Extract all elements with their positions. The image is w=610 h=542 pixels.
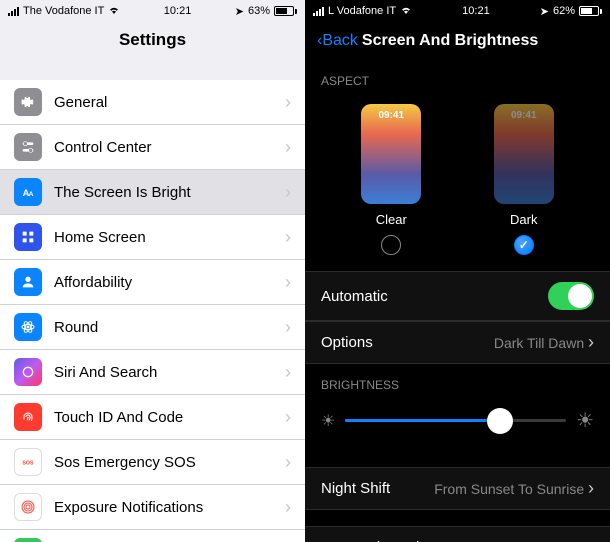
battery-icon (579, 6, 602, 16)
location-icon: ➤ (235, 5, 244, 18)
chevron-right-icon: › (285, 272, 291, 293)
section-aspect: ASPECT (305, 60, 610, 94)
wifi-icon (400, 5, 412, 18)
radio-dark[interactable] (514, 235, 534, 255)
sun-large-icon: ☀ (576, 408, 594, 433)
list-item-control-center[interactable]: Control Center › (0, 125, 305, 170)
row-value: Dark Till Dawn (494, 335, 584, 351)
siri-icon (14, 358, 42, 386)
status-bar: L Vodafone IT 10:21 ➤ 62% (305, 0, 610, 22)
list-item-screen-bright[interactable]: AA The Screen Is Bright › (0, 170, 305, 215)
aspect-selector: 09:41 Clear 09:41 Dark (305, 94, 610, 271)
fingerprint-icon (14, 403, 42, 431)
aspect-dark[interactable]: 09:41 Dark (494, 104, 554, 255)
row-label: Control Center (54, 139, 285, 156)
battery-icon (274, 6, 297, 16)
wifi-icon (108, 5, 120, 18)
aspect-label: Clear (376, 212, 407, 227)
slider-thumb[interactable] (487, 408, 513, 434)
page-title: Settings (0, 30, 305, 50)
chevron-right-icon: › (588, 478, 594, 498)
chevron-right-icon: › (285, 497, 291, 518)
row-label: Round (54, 319, 285, 336)
aspect-clear[interactable]: 09:41 Clear (361, 104, 421, 255)
gear-icon (14, 88, 42, 116)
list-item-battery[interactable]: Battery › (0, 530, 305, 542)
grid-icon (14, 223, 42, 251)
chevron-right-icon: › (285, 182, 291, 203)
brightness-slider[interactable] (345, 419, 566, 422)
row-label: Exposure Notifications (54, 499, 285, 516)
row-label: Options (321, 334, 373, 351)
chevron-right-icon: › (285, 227, 291, 248)
header: Settings (0, 22, 305, 62)
chevron-right-icon: › (285, 407, 291, 428)
atom-icon (14, 313, 42, 341)
row-label: Night Shift (321, 480, 390, 497)
back-button[interactable]: ‹ Back (317, 32, 358, 50)
chevron-right-icon: › (285, 317, 291, 338)
row-label: Affordability (54, 274, 285, 291)
row-auto-lock[interactable]: Automatic Lock Never › (305, 526, 610, 542)
chevron-right-icon: › (588, 332, 594, 352)
list-item-touch-id[interactable]: Touch ID And Code › (0, 395, 305, 440)
battery-icon (14, 538, 42, 542)
row-label: Sos Emergency SOS (54, 454, 285, 471)
signal-icon (313, 7, 324, 16)
row-night-shift[interactable]: Night Shift From Sunset To Sunrise › (305, 467, 610, 510)
chevron-right-icon: › (285, 137, 291, 158)
chevron-right-icon: › (588, 537, 594, 542)
clock-label: 10:21 (164, 5, 192, 17)
battery-percent: 62% (553, 5, 575, 17)
row-label: Automatic (321, 288, 388, 305)
list-item-home-screen[interactable]: Home Screen › (0, 215, 305, 260)
phone-preview-clear: 09:41 (361, 104, 421, 204)
brightness-slider-row: ☀ ☀ (305, 398, 610, 451)
radio-clear[interactable] (381, 235, 401, 255)
list-item-siri[interactable]: Siri And Search › (0, 350, 305, 395)
row-label: Siri And Search (54, 364, 285, 381)
sun-small-icon: ☀ (321, 411, 335, 431)
sos-icon: SOS (14, 448, 42, 476)
list-item-exposure[interactable]: Exposure Notifications › (0, 485, 305, 530)
chevron-right-icon: › (285, 362, 291, 383)
list-item-sos[interactable]: SOS Sos Emergency SOS › (0, 440, 305, 485)
row-automatic: Automatic (305, 271, 610, 321)
row-label: Home Screen (54, 229, 285, 246)
phone-preview-dark: 09:41 (494, 104, 554, 204)
list-item-general[interactable]: General › (0, 80, 305, 125)
aspect-label: Dark (510, 212, 537, 227)
status-bar: The Vodafone IT 10:21 ➤ 63% (0, 0, 305, 22)
section-brightness: Brightness (305, 364, 610, 398)
signal-icon (8, 7, 19, 16)
chevron-right-icon: › (285, 452, 291, 473)
row-value: From Sunset To Sunrise (434, 481, 584, 497)
settings-list: General › Control Center › AA The Screen… (0, 80, 305, 542)
clock-label: 10:21 (462, 5, 490, 17)
text-size-icon: AA (14, 178, 42, 206)
row-label: The Screen Is Bright (54, 184, 285, 201)
settings-screen: The Vodafone IT 10:21 ➤ 63% Settings Gen… (0, 0, 305, 542)
svg-text:A: A (29, 191, 34, 198)
switches-icon (14, 133, 42, 161)
row-options[interactable]: Options Dark Till Dawn › (305, 321, 610, 364)
list-item-round[interactable]: Round › (0, 305, 305, 350)
carrier-label: The Vodafone IT (23, 5, 104, 17)
location-icon: ➤ (540, 5, 549, 18)
battery-percent: 63% (248, 5, 270, 17)
svg-text:SOS: SOS (22, 461, 34, 467)
list-item-affordability[interactable]: Affordability › (0, 260, 305, 305)
carrier-label: L Vodafone IT (328, 5, 396, 17)
person-icon (14, 268, 42, 296)
page-title: Screen And Brightness (362, 32, 538, 50)
brightness-screen: L Vodafone IT 10:21 ➤ 62% ‹ Back Screen … (305, 0, 610, 542)
automatic-toggle[interactable] (548, 282, 594, 310)
row-label: Touch ID And Code (54, 409, 285, 426)
row-label: General (54, 94, 285, 111)
header: ‹ Back Screen And Brightness (305, 22, 610, 60)
exposure-icon (14, 493, 42, 521)
chevron-right-icon: › (285, 92, 291, 113)
slider-fill (345, 419, 500, 422)
back-label: Back (322, 32, 358, 50)
